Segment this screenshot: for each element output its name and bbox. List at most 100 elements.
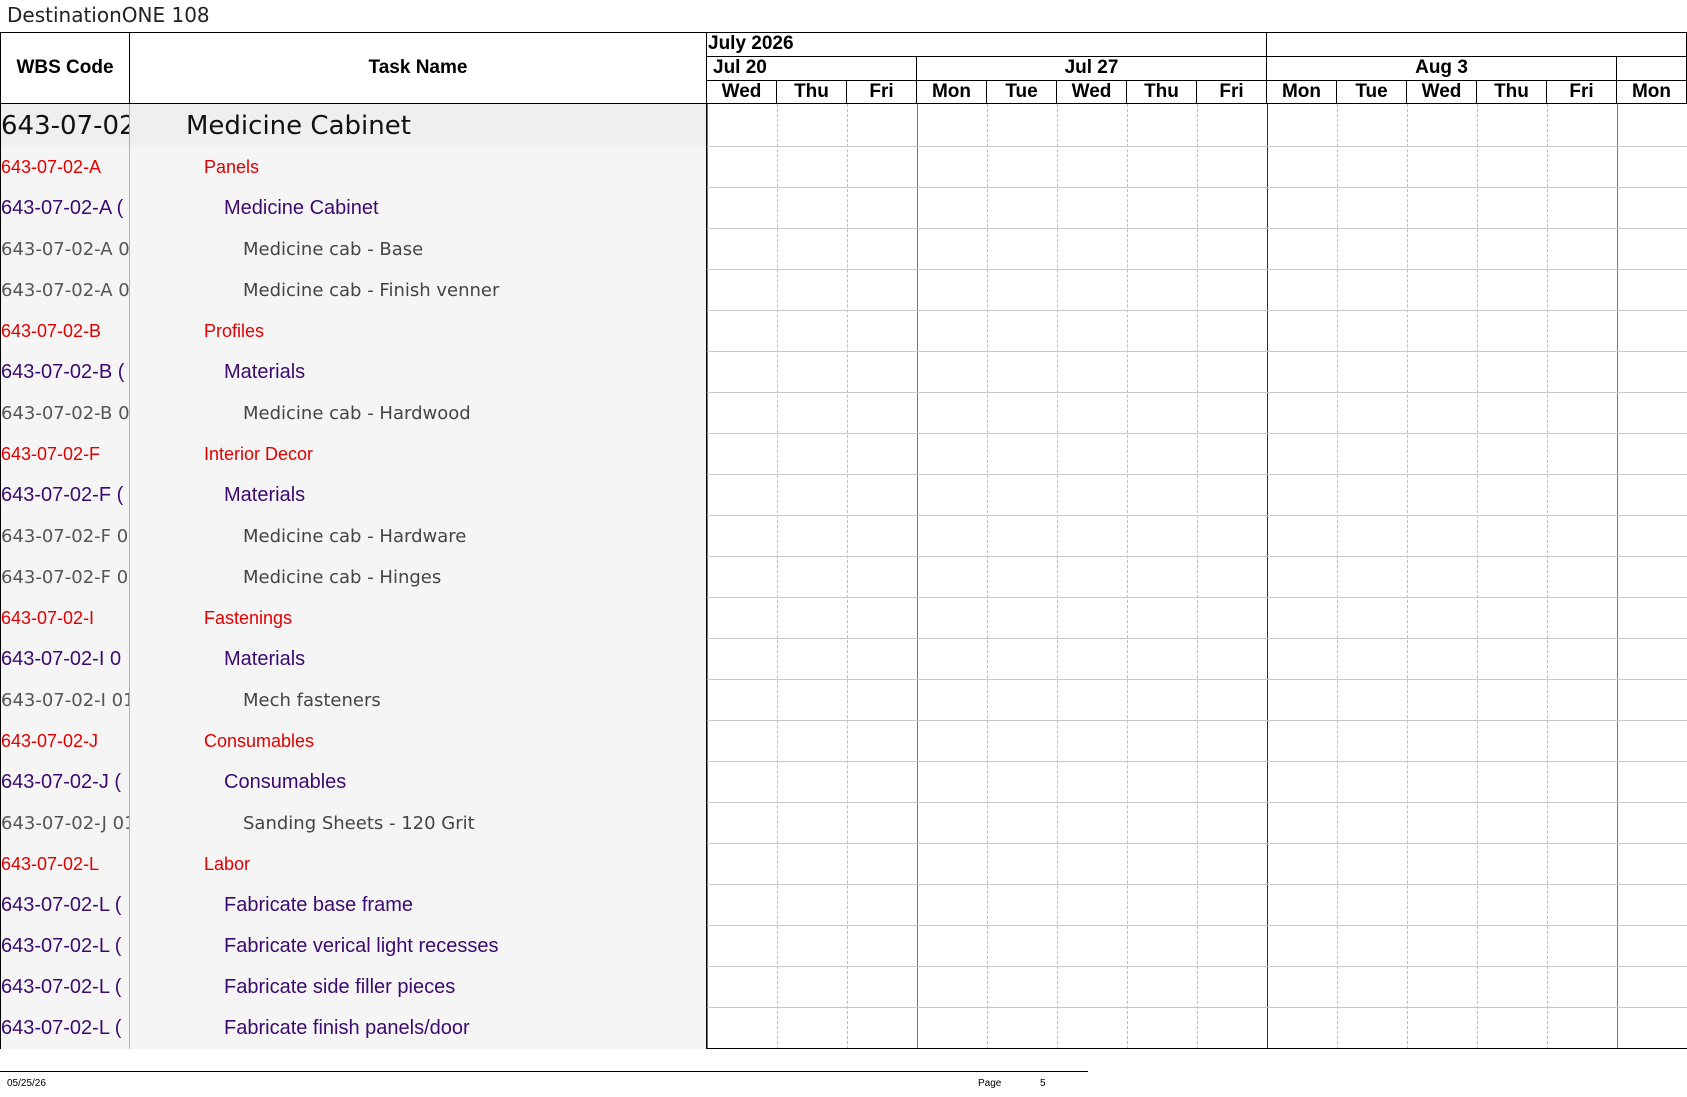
wbs-code-cell: 643-07-02 — [0, 104, 130, 147]
wbs-code-cell: 643-07-02-B 01 — [0, 393, 130, 434]
row-gridline — [707, 433, 1687, 434]
day-header: Thu — [777, 80, 847, 104]
wbs-code-cell: 643-07-02-F ( — [0, 475, 130, 516]
row-gridline — [707, 351, 1687, 352]
task-name-header[interactable]: Task Name — [130, 32, 707, 104]
task-row[interactable]: 643-07-02-I 01- Mech fasteners — [0, 680, 707, 721]
day-gridline — [1477, 104, 1478, 1049]
day-gridline — [1337, 104, 1338, 1049]
wbs-code-cell: 643-07-02-L ( — [0, 967, 130, 1008]
row-gridline — [707, 884, 1687, 885]
day-header: Fri — [1547, 80, 1617, 104]
task-row[interactable]: 643-07-02-B 01 Medicine cab - Hardwood — [0, 393, 707, 434]
task-name-cell: Fabricate verical light recesses — [130, 926, 707, 967]
task-row[interactable]: 643-07-02-L Labor — [0, 844, 707, 885]
month-header — [1267, 32, 1687, 56]
task-row[interactable]: 643-07-02-L (Fabricate base frame — [0, 885, 707, 926]
timeline-grid: July 2026 Jul 20 Jul 27 Aug 3 Wed Thu Fri Mon Tu… — [707, 32, 1687, 1050]
task-row[interactable]: 643-07-02-A Panels — [0, 147, 707, 188]
task-row[interactable]: 643-07-02-F 01 Medicine cab - Hardware — [0, 516, 707, 557]
row-gridline — [707, 720, 1687, 721]
row-gridline — [707, 187, 1687, 188]
wbs-code-cell: 643-07-02-B — [0, 311, 130, 352]
task-name-cell: Profiles — [130, 311, 707, 352]
row-gridline — [707, 1007, 1687, 1008]
wbs-code-cell: 643-07-02-F — [0, 434, 130, 475]
task-row[interactable]: 643-07-02-L (Fabricate verical light rec… — [0, 926, 707, 967]
task-name-cell: Medicine cab - Hardware — [130, 516, 707, 557]
wbs-code-cell: 643-07-02-A 01 — [0, 229, 130, 270]
wbs-code-cell: 643-07-02-J — [0, 721, 130, 762]
day-gridline — [917, 104, 918, 1049]
task-row[interactable]: 643-07-02-F (Materials — [0, 475, 707, 516]
row-gridline — [707, 515, 1687, 516]
task-row[interactable]: 643-07-02-L (Fabricate side filler piece… — [0, 967, 707, 1008]
row-gridline — [707, 310, 1687, 311]
row-gridline — [707, 679, 1687, 680]
task-row[interactable]: 643-07-02-I Fastenings — [0, 598, 707, 639]
day-header: Tue — [1337, 80, 1407, 104]
row-gridline — [707, 638, 1687, 639]
timeline-body — [707, 104, 1687, 1050]
wbs-code-cell: 643-07-02-J 01 — [0, 803, 130, 844]
task-name-cell: Medicine cab - Finish venner — [130, 270, 707, 311]
wbs-code-cell: 643-07-02-L — [0, 844, 130, 885]
task-row[interactable]: 643-07-02-L (Fabricate finish panels/doo… — [0, 1008, 707, 1049]
task-row[interactable]: 643-07-02-I 0 Materials — [0, 639, 707, 680]
task-name-cell: Fabricate finish panels/door — [130, 1008, 707, 1049]
task-row[interactable]: 643-07-02-A (Medicine Cabinet — [0, 188, 707, 229]
task-table: WBS Code Task Name 643-07-02 Medicine Cab… — [0, 32, 707, 1050]
footer-page-number: 5 — [1040, 1078, 1046, 1089]
day-gridline — [847, 104, 848, 1049]
day-header: Mon — [1617, 80, 1687, 104]
day-header: Wed — [707, 80, 777, 104]
task-row[interactable]: 643-07-02 Medicine Cabinet — [0, 104, 707, 147]
wbs-code-cell: 643-07-02-J ( — [0, 762, 130, 803]
task-name-cell: Medicine cab - Hardwood — [130, 393, 707, 434]
task-name-cell: Interior Decor — [130, 434, 707, 475]
wbs-code-cell: 643-07-02-A 01 — [0, 270, 130, 311]
week-header: Aug 3 — [1267, 56, 1617, 80]
task-row[interactable]: 643-07-02-B Profiles — [0, 311, 707, 352]
task-row[interactable]: 643-07-02-J Consumables — [0, 721, 707, 762]
gantt-sheet: WBS Code Task Name 643-07-02 Medicine Cab… — [0, 32, 1687, 1050]
task-name-cell: Consumables — [130, 721, 707, 762]
footer-rule — [0, 1071, 1088, 1072]
task-name-cell: Mech fasteners — [130, 680, 707, 721]
task-row[interactable]: 643-07-02-A 01 Medicine cab - Base — [0, 229, 707, 270]
document-title: DestinationONE 108 — [7, 3, 210, 27]
task-name-cell: Materials — [130, 475, 707, 516]
day-gridline — [987, 104, 988, 1049]
wbs-code-header[interactable]: WBS Code — [0, 32, 130, 104]
wbs-code-cell: 643-07-02-I 0 — [0, 639, 130, 680]
row-gridline — [707, 269, 1687, 270]
task-row[interactable]: 643-07-02-B (Materials — [0, 352, 707, 393]
day-gridline — [1267, 104, 1268, 1049]
month-header: July 2026 — [707, 32, 1267, 56]
task-name-cell: Consumables — [130, 762, 707, 803]
task-name-cell: Sanding Sheets - 120 Grit — [130, 803, 707, 844]
row-gridline — [707, 761, 1687, 762]
wbs-code-cell: 643-07-02-F 01 — [0, 516, 130, 557]
row-gridline — [707, 925, 1687, 926]
day-header: Fri — [847, 80, 917, 104]
week-header: Jul 27 — [917, 56, 1267, 80]
day-gridline — [1127, 104, 1128, 1049]
footer-date: 05/25/26 — [7, 1078, 46, 1089]
task-row[interactable]: 643-07-02-A 01 Medicine cab - Finish venn… — [0, 270, 707, 311]
task-name-cell: Fabricate side filler pieces — [130, 967, 707, 1008]
day-gridline — [707, 104, 708, 1049]
row-gridline — [707, 228, 1687, 229]
task-row[interactable]: 643-07-02-F 01 Medicine cab - Hinges — [0, 557, 707, 598]
task-name-cell: Fastenings — [130, 598, 707, 639]
day-header: Mon — [917, 80, 987, 104]
task-row[interactable]: 643-07-02-J 01 Sanding Sheets - 120 Grit — [0, 803, 707, 844]
row-gridline — [707, 146, 1687, 147]
day-header: Fri — [1197, 80, 1267, 104]
task-name-cell: Panels — [130, 147, 707, 188]
wbs-code-cell: 643-07-02-B ( — [0, 352, 130, 393]
wbs-code-cell: 643-07-02-L ( — [0, 885, 130, 926]
task-name-cell: Fabricate base frame — [130, 885, 707, 926]
task-row[interactable]: 643-07-02-J (Consumables — [0, 762, 707, 803]
task-row[interactable]: 643-07-02-F Interior Decor — [0, 434, 707, 475]
